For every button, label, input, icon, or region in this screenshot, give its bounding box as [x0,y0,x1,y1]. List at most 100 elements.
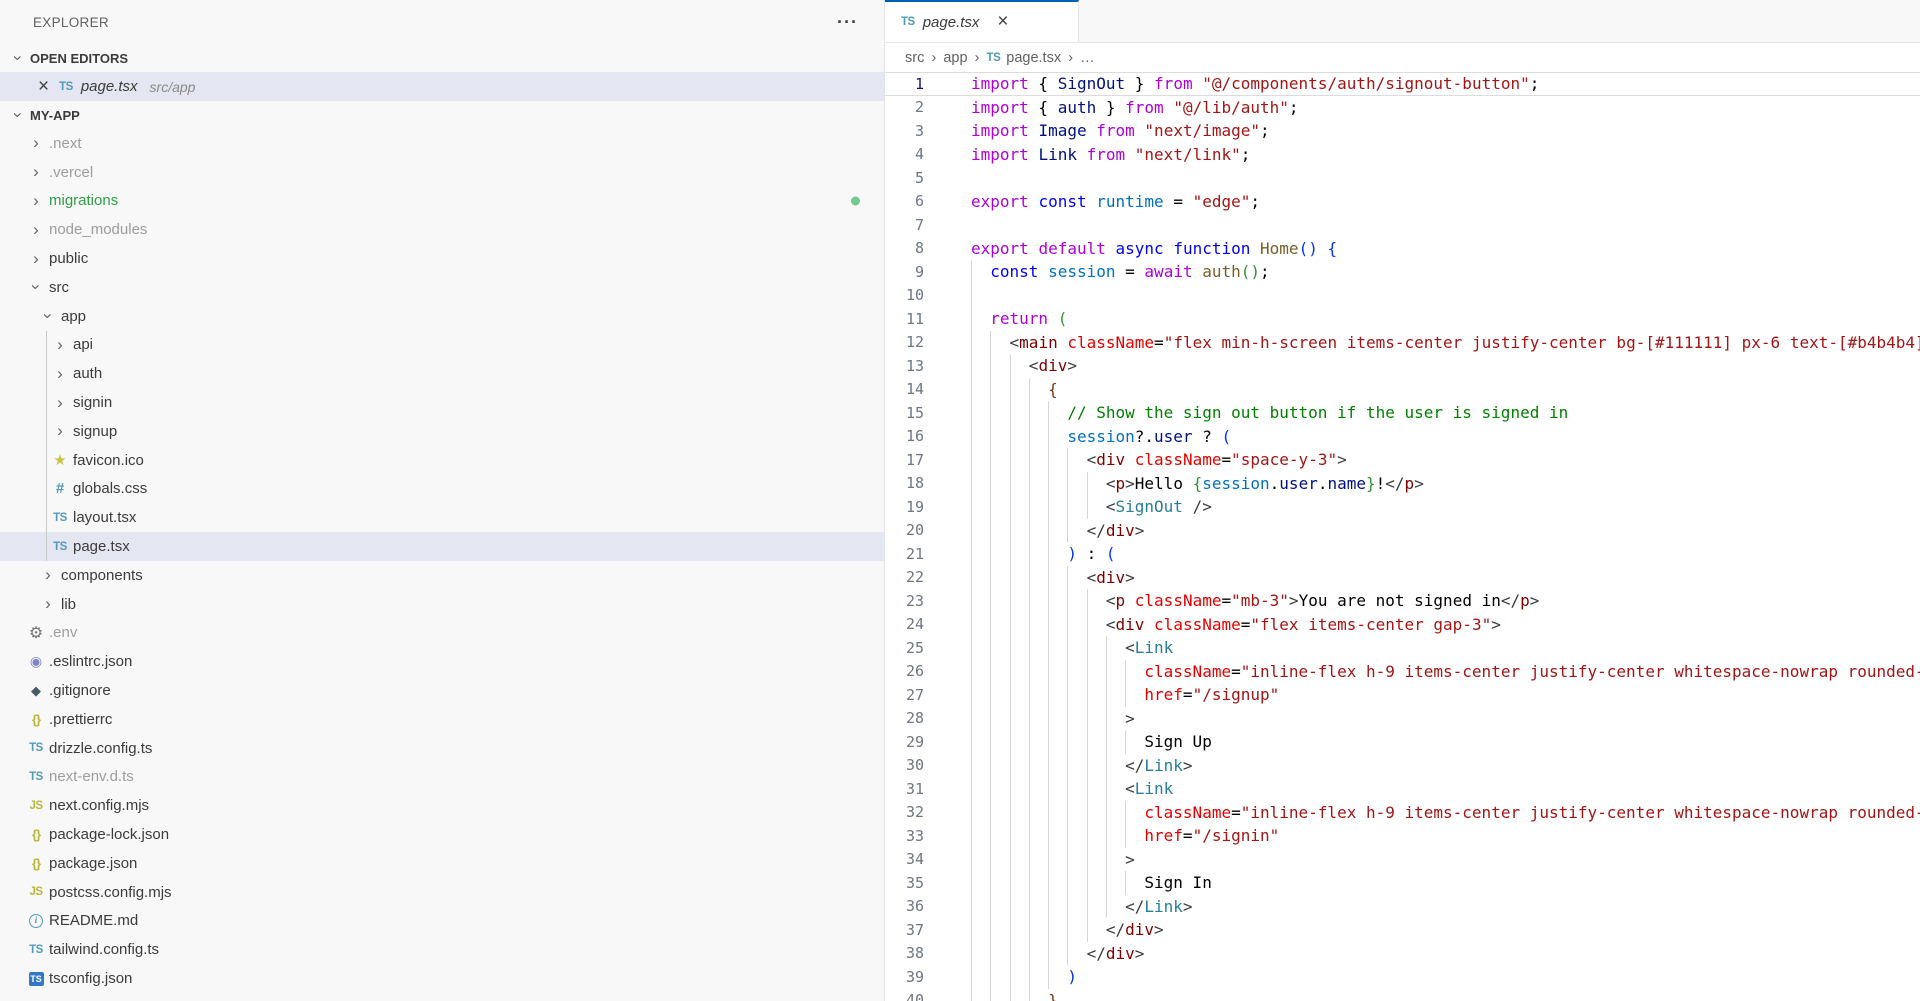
close-icon[interactable]: × [38,78,49,96]
tree-item-readme-md[interactable]: iREADME.md [0,907,884,936]
code-line-40[interactable]: 40 } [885,989,1920,1001]
chevron-right-icon: › [26,164,46,180]
code-line-37[interactable]: 37 </div> [885,918,1920,942]
tree-item--vercel[interactable]: ›.vercel [0,158,884,187]
code-line-23[interactable]: 23 <p className="mb-3">You are not signe… [885,589,1920,613]
breadcrumb-src[interactable]: src [905,50,924,66]
open-editor-item-page-tsx[interactable]: × TS page.tsx src/app [0,72,884,101]
code-line-22[interactable]: 22 <div> [885,566,1920,590]
code-line-28[interactable]: 28 > [885,707,1920,731]
code-line-35[interactable]: 35 Sign In [885,871,1920,895]
indent-guide [1010,425,1011,449]
code-line-31[interactable]: 31 <Link [885,777,1920,801]
code-line-24[interactable]: 24 <div className="flex items-center gap… [885,613,1920,637]
indent-guide [1048,801,1049,825]
more-actions-icon[interactable]: ··· [837,17,858,27]
tree-item-layout-tsx[interactable]: TSlayout.tsx [0,503,884,532]
code-line-16[interactable]: 16 session?.user ? ( [885,425,1920,449]
code-line-39[interactable]: 39 ) [885,965,1920,989]
code-line-7[interactable]: 7 [885,213,1920,237]
code-line-26[interactable]: 26 className="inline-flex h-9 items-cent… [885,660,1920,684]
close-icon[interactable]: × [997,14,1008,30]
tree-item-components[interactable]: ›components [0,561,884,590]
code-line-6[interactable]: 6export const runtime = "edge"; [885,190,1920,214]
code-line-33[interactable]: 33 href="/signin" [885,824,1920,848]
code-line-14[interactable]: 14 { [885,378,1920,402]
code-text: <Link [971,777,1173,801]
tree-item-src[interactable]: ›src [0,273,884,302]
tab-page-tsx[interactable]: TS page.tsx × [885,0,1079,42]
code-editor[interactable]: 1import { SignOut } from "@/components/a… [885,72,1920,1001]
tree-item-drizzle-config-ts[interactable]: TSdrizzle.config.ts [0,734,884,763]
indent-guide [971,589,972,613]
code-line-17[interactable]: 17 <div className="space-y-3"> [885,448,1920,472]
tree-item-api[interactable]: ›api [0,331,884,360]
code-line-19[interactable]: 19 <SignOut /> [885,495,1920,519]
code-text: // Show the sign out button if the user … [971,401,1568,425]
indent-guide [1087,801,1088,825]
code-line-30[interactable]: 30 </Link> [885,754,1920,778]
tree-item-auth[interactable]: ›auth [0,359,884,388]
code-line-3[interactable]: 3import Image from "next/image"; [885,119,1920,143]
code-line-38[interactable]: 38 </div> [885,942,1920,966]
tree-item-migrations[interactable]: ›migrations [0,187,884,216]
code-text: export default async function Home() { [971,237,1337,261]
tree-item-postcss-config-mjs[interactable]: JSpostcss.config.mjs [0,878,884,907]
line-number: 22 [885,568,971,586]
breadcrumb-page-tsx[interactable]: page.tsx [1006,50,1061,66]
tree-item-next-config-mjs[interactable]: JSnext.config.mjs [0,791,884,820]
tree-item-package-json[interactable]: {}package.json [0,849,884,878]
tree-item--prettierrc[interactable]: {}.prettierrc [0,705,884,734]
tree-item-signin[interactable]: ›signin [0,388,884,417]
tree-item-node-modules[interactable]: ›node_modules [0,215,884,244]
code-line-9[interactable]: 9 const session = await auth(); [885,260,1920,284]
project-section-header[interactable]: › MY-APP [0,101,884,129]
code-line-15[interactable]: 15 // Show the sign out button if the us… [885,401,1920,425]
tree-item-tsconfig-json[interactable]: TStsconfig.json [0,964,884,993]
code-line-12[interactable]: 12 <main className="flex min-h-screen it… [885,331,1920,355]
tree-item-tailwind-config-ts[interactable]: TStailwind.config.ts [0,935,884,964]
code-line-20[interactable]: 20 </div> [885,519,1920,543]
breadcrumb-app[interactable]: app [943,50,967,66]
code-line-2[interactable]: 2import { auth } from "@/lib/auth"; [885,96,1920,120]
code-line-1[interactable]: 1import { SignOut } from "@/components/a… [885,72,1920,96]
indent-guide [1029,448,1030,472]
code-line-25[interactable]: 25 <Link [885,636,1920,660]
code-line-5[interactable]: 5 [885,166,1920,190]
tree-item--eslintrc-json[interactable]: ◉.eslintrc.json [0,647,884,676]
code-line-10[interactable]: 10 [885,284,1920,308]
tree-item-lib[interactable]: ›lib [0,590,884,619]
indent-guide [1087,707,1088,731]
open-editors-section-header[interactable]: › OPEN EDITORS [0,44,884,72]
tree-item-favicon-ico[interactable]: ★favicon.ico [0,446,884,475]
code-line-34[interactable]: 34 > [885,848,1920,872]
indent-guide [1029,942,1030,966]
code-line-32[interactable]: 32 className="inline-flex h-9 items-cent… [885,801,1920,825]
code-line-18[interactable]: 18 <p>Hello {session.user.name}!</p> [885,472,1920,496]
tree-item-public[interactable]: ›public [0,244,884,273]
indent-guide [971,354,972,378]
line-number: 25 [885,639,971,657]
code-text: <div> [971,566,1135,590]
indent-guide [990,942,991,966]
code-line-27[interactable]: 27 href="/signup" [885,683,1920,707]
code-line-4[interactable]: 4import Link from "next/link"; [885,143,1920,167]
tree-item-package-lock-json[interactable]: {}package-lock.json [0,820,884,849]
code-line-8[interactable]: 8export default async function Home() { [885,237,1920,261]
tree-item--env[interactable]: ⚙.env [0,619,884,648]
tree-item-globals-css[interactable]: #globals.css [0,475,884,504]
tree-item--next[interactable]: ›.next [0,129,884,158]
code-line-13[interactable]: 13 <div> [885,354,1920,378]
code-line-21[interactable]: 21 ) : ( [885,542,1920,566]
tree-item-signup[interactable]: ›signup [0,417,884,446]
code-line-11[interactable]: 11 return ( [885,307,1920,331]
explorer-title: EXPLORER [33,15,109,30]
tree-item-next-env-d-ts[interactable]: TSnext-env.d.ts [0,763,884,792]
code-line-29[interactable]: 29 Sign Up [885,730,1920,754]
tree-item-app[interactable]: ›app [0,302,884,331]
breadcrumb-symbol-ellipsis[interactable]: … [1080,50,1095,66]
tree-item-page-tsx[interactable]: TSpage.tsx [0,532,884,561]
indent-guide [990,401,991,425]
code-line-36[interactable]: 36 </Link> [885,895,1920,919]
tree-item--gitignore[interactable]: ◆.gitignore [0,676,884,705]
